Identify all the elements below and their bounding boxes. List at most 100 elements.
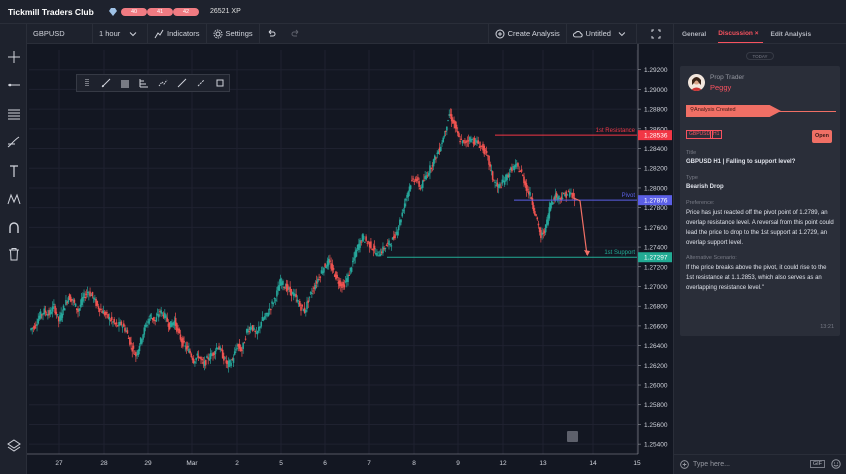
x-tick-label: 12 [499,460,507,467]
chart-canvas[interactable]: 1.292001.290001.288001.286001.284001.282… [27,44,673,474]
candle-body [418,181,420,187]
candle-body [500,186,502,188]
drag-handle-icon[interactable] [77,75,96,91]
close-icon[interactable]: × [755,30,759,37]
candle-body [141,339,143,344]
fib-retracement-icon[interactable] [0,103,27,125]
candle-body [336,274,338,278]
ray-icon[interactable] [96,75,115,91]
horizontal-line-icon[interactable] [0,74,27,96]
candle-body [517,163,519,167]
parallel-channel-icon[interactable] [115,75,134,91]
interval-label: 1 hour [99,29,121,38]
create-analysis-label: Create Analysis [507,29,560,38]
candle-body [332,267,335,270]
undo-button[interactable] [260,24,285,44]
gif-button[interactable]: GIF [809,460,825,468]
alternative-text: If the price breaks above the pivot, it … [686,265,827,291]
candle-body [565,191,567,198]
candle-body [274,299,277,301]
indicators-button[interactable]: Indicators [148,23,207,44]
x-tick-label: 6 [323,460,327,467]
info-line-icon[interactable] [191,75,210,91]
open-button[interactable]: Open [812,130,832,143]
top-bar: Tickmill Traders Club 40 41 42 26521 XP [0,0,846,24]
interval-select[interactable]: 1 hour [93,23,148,44]
candle-body [441,142,443,144]
path-icon[interactable] [153,75,172,91]
candle-body [552,202,554,205]
brush-icon[interactable] [0,131,27,153]
x-tick-label: 15 [633,460,641,467]
candle-body [365,236,367,241]
author-name[interactable]: Peggy [710,83,731,92]
pitchfork-icon[interactable] [134,75,153,91]
app-title: Tickmill Traders Club [8,6,94,17]
symbol-search[interactable]: GBPUSD [27,23,93,44]
candle-body [256,330,259,335]
candle-body [401,212,404,217]
y-tick-label: 1.28000 [644,185,668,192]
analysis-card: Prop Trader Peggy ⚲Analysis Created GBPU… [680,66,840,336]
candle-body [566,194,569,196]
settings-button[interactable]: Settings [207,23,260,44]
candle-body [186,345,189,348]
tab-general[interactable]: General [682,31,710,43]
x-tick-label: Mar [186,460,198,467]
candle-body [121,326,124,328]
candle-body [430,167,432,170]
y-tick-label: 1.28400 [644,146,668,153]
message-composer[interactable]: Type here... GIF [674,454,846,474]
tab-edit-analysis[interactable]: Edit Analysis [771,31,816,43]
candle-body [270,309,272,311]
candle-body [282,280,284,285]
tab-discussion[interactable]: Discussion × [718,30,763,43]
level-label: Pivot [622,193,636,199]
candle-body [233,351,236,355]
candle-body [400,219,402,223]
candle-body [360,241,363,243]
message-input[interactable]: Type here... [693,461,730,468]
candle-body [511,167,513,172]
price-tag-label: 1.27297 [644,255,668,262]
candle-body [403,203,406,209]
price-chart[interactable]: 1.29200 1.29000 1.28800 1.28600 1.28400 1.282… [27,44,673,474]
text-icon[interactable] [0,160,27,182]
create-analysis-button[interactable]: Create Analysis [489,23,567,44]
candle-body [435,157,437,159]
x-tick-label: 29 [144,460,152,467]
cloud-icon [572,30,583,37]
crosshair-icon[interactable] [0,46,27,68]
rectangle-icon[interactable] [210,75,229,91]
pattern-icon[interactable] [0,188,27,210]
level-label: 1st Resistance [596,128,636,134]
magnet-icon[interactable] [0,217,27,239]
emoji-icon[interactable] [831,459,841,469]
layout-select[interactable]: Untitled [567,23,637,44]
x-tick-label: 7 [367,460,371,467]
analysis-type: Bearish Drop [686,184,724,190]
candle-body [201,358,203,361]
candle-body [41,314,43,316]
candle-body [253,327,255,330]
diamond-icon [109,7,117,16]
candle-body [126,330,129,334]
chevron-down-icon [618,31,626,36]
candle-body [362,235,365,240]
xp-level-bar: 40 41 42 [121,7,199,16]
xp-widget[interactable]: 40 41 42 26521 XP [108,7,241,16]
candle-body [370,241,372,249]
candle-body [377,251,379,253]
candle-body [412,178,414,180]
candle-body [384,248,387,250]
layers-icon[interactable] [0,434,27,456]
candle-body [145,325,148,327]
y-tick-label: 1.27800 [644,205,668,212]
trash-icon[interactable] [0,243,27,265]
candle-body [373,245,376,250]
trend-line-icon[interactable] [172,75,191,91]
add-icon[interactable] [680,460,689,469]
fullscreen-button[interactable] [637,24,670,44]
candle-body [37,318,40,324]
redo-button[interactable] [285,23,489,44]
